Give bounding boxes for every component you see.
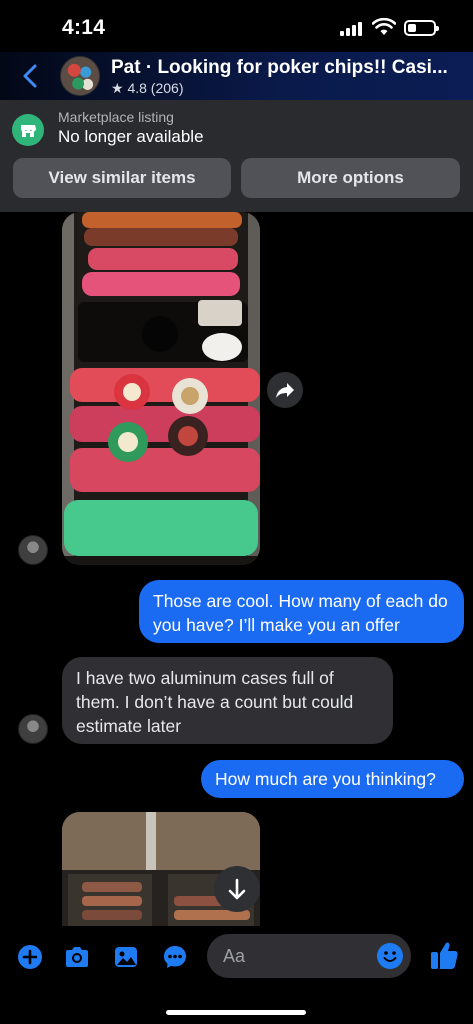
chip-case-photo: [62, 212, 260, 565]
chat-bubble-icon[interactable]: [161, 943, 189, 971]
message-bubble-outgoing[interactable]: Those are cool. How many of each do you …: [139, 580, 464, 643]
battery-level: [408, 24, 416, 32]
status-bar: 4:14: [0, 0, 473, 52]
scroll-to-bottom-button[interactable]: [214, 866, 260, 912]
message-input-box[interactable]: [207, 934, 411, 978]
thumbs-up-icon[interactable]: [429, 939, 459, 971]
arrow-down-icon: [228, 878, 246, 900]
sender-avatar[interactable]: [18, 714, 48, 744]
message-bubble-incoming[interactable]: I have two aluminum cases full of them. …: [62, 657, 393, 744]
wifi-icon: [372, 18, 396, 35]
share-arrow-icon: [276, 383, 294, 398]
store-icon: [12, 114, 44, 146]
camera-icon[interactable]: [63, 943, 91, 971]
signal-icon: [340, 22, 364, 36]
plus-icon[interactable]: [16, 943, 44, 971]
listing-status: No longer available: [58, 127, 204, 146]
home-indicator: [166, 1010, 306, 1015]
contact-avatar[interactable]: [60, 56, 100, 96]
view-similar-items-button[interactable]: View similar items: [13, 158, 231, 198]
status-time: 4:14: [62, 16, 106, 39]
seller-rating: ★ 4.8 (206): [111, 80, 184, 96]
conversation-title[interactable]: Pat · Looking for poker chips!! Casi...: [111, 57, 456, 79]
message-composer: [0, 926, 473, 1024]
emoji-icon[interactable]: [377, 943, 403, 969]
message-photo-chip-case[interactable]: [62, 212, 260, 565]
forward-button[interactable]: [267, 372, 303, 408]
back-button[interactable]: [16, 60, 46, 92]
listing-label: Marketplace listing: [58, 109, 174, 125]
marketplace-listing-banner: Marketplace listing No longer available …: [0, 100, 473, 212]
gallery-icon[interactable]: [112, 943, 140, 971]
battery-icon: [404, 20, 439, 36]
conversation-header: Pat · Looking for poker chips!! Casi... …: [0, 52, 473, 100]
sender-avatar[interactable]: [18, 535, 48, 565]
message-bubble-outgoing[interactable]: How much are you thinking?: [201, 760, 464, 798]
message-input[interactable]: [223, 934, 373, 978]
more-options-button[interactable]: More options: [241, 158, 460, 198]
